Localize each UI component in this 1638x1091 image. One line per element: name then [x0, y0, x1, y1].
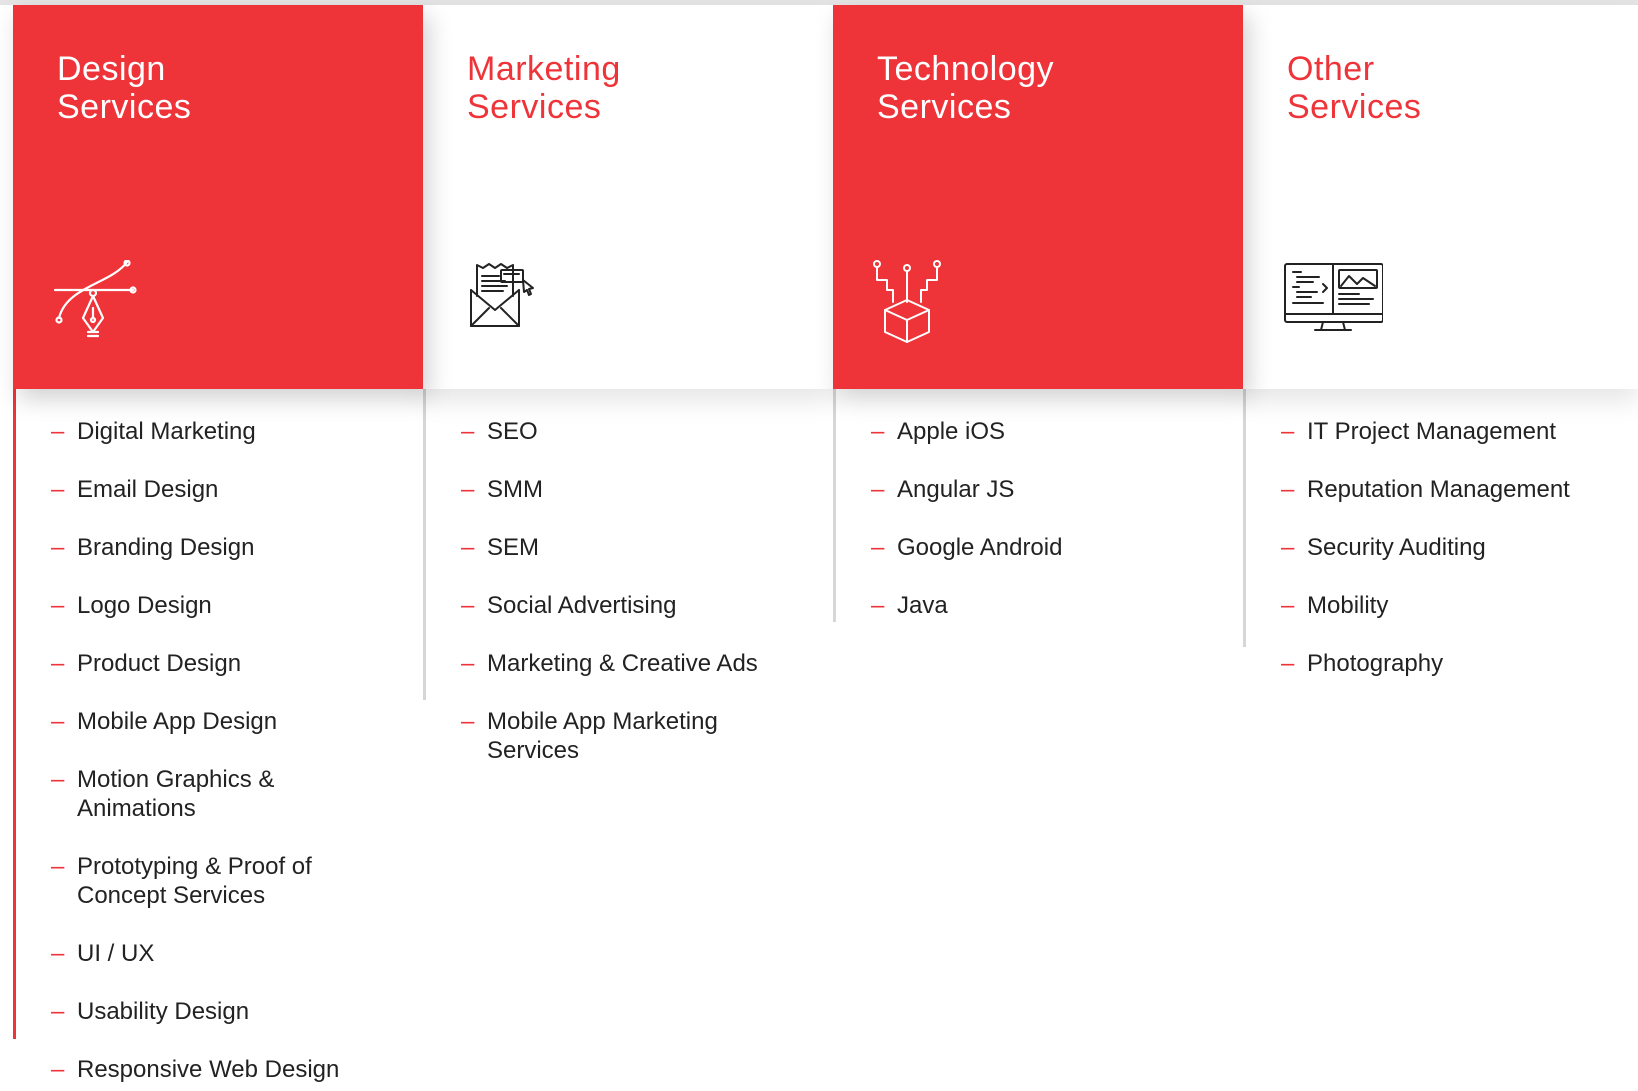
- list-item[interactable]: – Social Advertising: [461, 591, 787, 620]
- column-rule: [833, 389, 836, 622]
- list-item[interactable]: – Photography: [1281, 649, 1607, 678]
- services-grid: Design Services – Digital Marketing – Emai…: [13, 5, 1638, 1091]
- list-item[interactable]: – Logo Design: [51, 591, 377, 620]
- list-item[interactable]: – Digital Marketing: [51, 417, 377, 446]
- list-item[interactable]: – SEO: [461, 417, 787, 446]
- technology-services-column: Technology Services – Apple iOS – Angular …: [833, 5, 1243, 1091]
- design-services-list: – Digital Marketing – Email Design – Brandi…: [13, 389, 423, 1084]
- list-item[interactable]: – IT Project Management: [1281, 417, 1637, 446]
- list-item[interactable]: – Apple iOS: [871, 417, 1197, 446]
- column-rule: [1243, 389, 1246, 647]
- list-item[interactable]: – Prototyping & Proof of Concept Services: [51, 852, 337, 910]
- marketing-services-title: Marketing Services: [467, 50, 621, 126]
- design-services-title: Design Services: [57, 50, 192, 126]
- other-services-title: Other Services: [1287, 50, 1422, 126]
- list-item[interactable]: – SEM: [461, 533, 787, 562]
- marketing-services-list: – SEO – SMM – SEM – Social Advertising – Mark…: [423, 389, 833, 765]
- technology-services-list: – Apple iOS – Angular JS – Google Android –…: [833, 389, 1243, 620]
- circuit-box-icon: [873, 260, 941, 343]
- marketing-services-column: Marketing Services – SEO – SMM – SEM – S…: [423, 5, 833, 1091]
- column-rule: [423, 389, 426, 700]
- list-item[interactable]: – Email Design: [51, 475, 377, 504]
- desktop-monitor-icon: [1284, 263, 1383, 331]
- list-item[interactable]: – Google Android: [871, 533, 1197, 562]
- list-item[interactable]: – Security Auditing: [1281, 533, 1607, 562]
- list-item[interactable]: – Reputation Management: [1281, 475, 1637, 504]
- marketing-services-card[interactable]: Marketing Services: [423, 5, 833, 389]
- technology-services-card[interactable]: Technology Services: [833, 5, 1243, 389]
- list-item[interactable]: – UI / UX: [51, 939, 377, 968]
- design-services-column: Design Services – Digital Marketing – Emai…: [13, 5, 423, 1091]
- other-services-column: Other Services – IT Project Management –…: [1243, 5, 1638, 1091]
- list-item[interactable]: – Responsive Web Design: [51, 1055, 407, 1084]
- list-item[interactable]: – Mobile App Design: [51, 707, 377, 736]
- list-item[interactable]: – Java: [871, 591, 1197, 620]
- email-newsletter-icon: [470, 263, 534, 327]
- pen-tool-bezier-icon: [53, 260, 137, 338]
- design-services-card[interactable]: Design Services: [13, 5, 423, 389]
- list-item[interactable]: – Mobile App Marketing Services: [461, 707, 757, 765]
- list-item[interactable]: – Product Design: [51, 649, 377, 678]
- column-rule: [13, 389, 16, 1039]
- technology-services-title: Technology Services: [877, 50, 1055, 126]
- list-item[interactable]: – Marketing & Creative Ads: [461, 649, 817, 678]
- list-item[interactable]: – SMM: [461, 475, 787, 504]
- list-item[interactable]: – Motion Graphics & Animations: [51, 765, 307, 823]
- list-item[interactable]: – Angular JS: [871, 475, 1197, 504]
- list-item[interactable]: – Usability Design: [51, 997, 377, 1026]
- other-services-card[interactable]: Other Services: [1243, 5, 1638, 389]
- list-item[interactable]: – Mobility: [1281, 591, 1607, 620]
- other-services-list: – IT Project Management – Reputation Manag…: [1243, 389, 1638, 678]
- list-item[interactable]: – Branding Design: [51, 533, 377, 562]
